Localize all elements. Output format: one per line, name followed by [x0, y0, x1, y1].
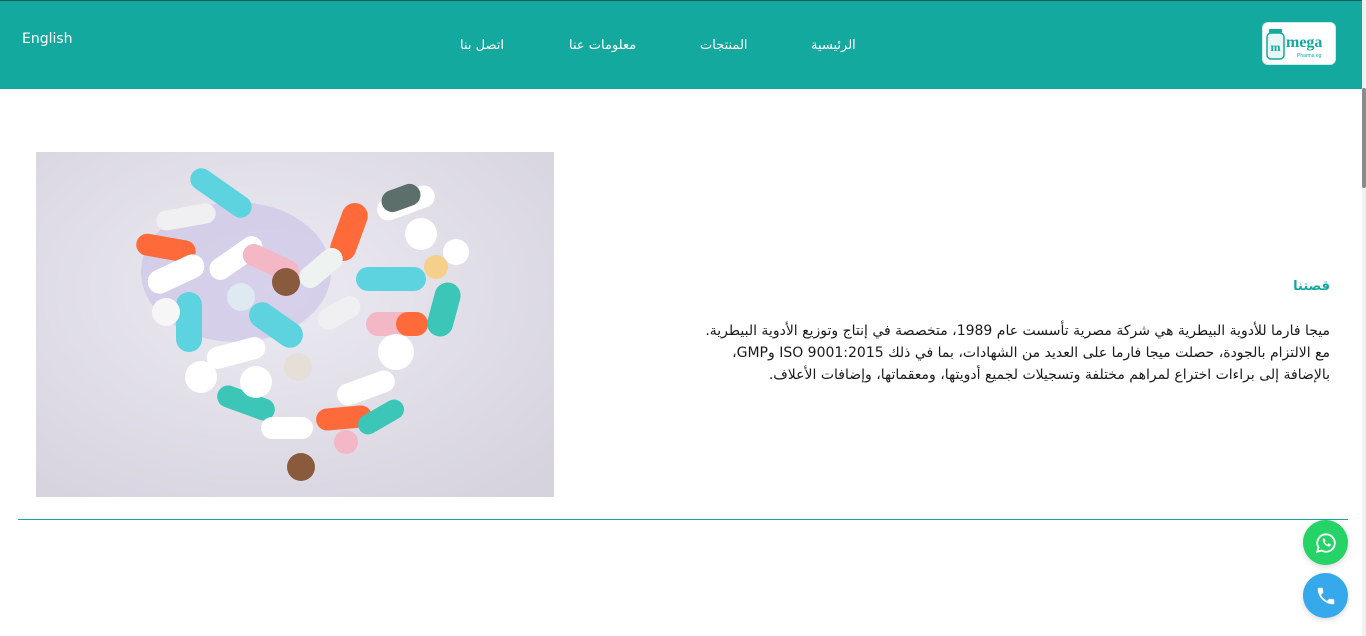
scrollbar-thumb[interactable] [1362, 88, 1366, 188]
page-scrollbar[interactable] [1362, 0, 1366, 636]
phone-icon [1317, 587, 1334, 604]
section-divider [18, 519, 1348, 520]
story-description: ميجا فارما للأدوية البيطرية هي شركة مصري… [705, 323, 1330, 383]
logo-text: mega [1286, 34, 1322, 51]
whatsapp-icon [1315, 532, 1336, 553]
whatsapp-button[interactable] [1303, 520, 1348, 565]
call-button[interactable] [1303, 573, 1348, 618]
site-header: English الرئيسية المنتجات معلومات عنا ات… [0, 0, 1362, 89]
nav-item-contact[interactable]: اتصل بنا [460, 38, 504, 53]
nav-item-products[interactable]: المنتجات [700, 38, 748, 53]
story-title: قصتنا [1293, 278, 1330, 294]
nav-item-home[interactable]: الرئيسية [811, 38, 856, 53]
nav-item-about[interactable]: معلومات عنا [569, 38, 636, 53]
site-logo[interactable]: m mega Pharma eg [1263, 23, 1335, 64]
main-nav: الرئيسية المنتجات معلومات عنا اتصل بنا [0, 38, 1362, 58]
logo-subtext: Pharma eg [1297, 53, 1322, 59]
pills-heart-image [36, 152, 554, 497]
svg-text:m: m [1271, 40, 1281, 54]
